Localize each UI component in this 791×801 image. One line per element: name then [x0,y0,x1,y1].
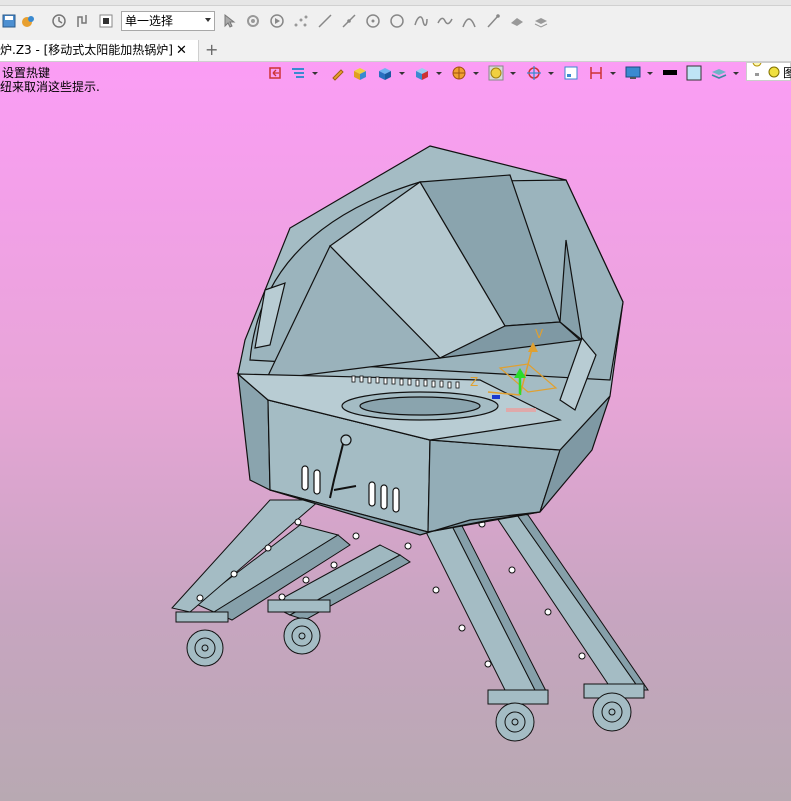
circle-center-icon[interactable] [364,12,382,30]
arc-icon[interactable] [460,12,478,30]
filter-icon[interactable] [244,12,262,30]
selection-mode-value: 单一选择 [125,14,174,28]
triad-z-label: Z [470,375,478,389]
save-icon[interactable] [0,12,18,30]
document-tabbar: 炉.Z3 - [移动式太阳能加热锅炉] ✕ + [0,40,791,62]
curve-icon[interactable] [412,12,430,30]
history-alt-icon[interactable] [73,12,91,30]
boiler-model[interactable]: Z V [0,62,791,801]
snap-icon[interactable] [484,12,502,30]
boiler-upper-shell [236,145,624,451]
triad-v-label: V [535,327,544,341]
chevron-down-icon [205,18,211,22]
segment-icon[interactable] [340,12,358,30]
play-icon[interactable] [268,12,286,30]
stop-icon[interactable] [97,12,115,30]
history-icon[interactable] [50,12,68,30]
cursor-icon[interactable] [220,12,238,30]
tab-document[interactable]: 炉.Z3 - [移动式太阳能加热锅炉] ✕ [0,40,199,61]
circle-icon[interactable] [388,12,406,30]
selection-mode-select[interactable]: 单一选择 [121,11,215,31]
main-toolbar: 单一选择 [0,0,791,41]
layer-icon[interactable] [532,12,550,30]
add-tab-button[interactable]: + [205,40,218,60]
spline-icon[interactable] [436,12,454,30]
points-icon[interactable] [292,12,310,30]
fillet-icon[interactable] [508,12,526,30]
close-icon[interactable]: ✕ [176,40,187,61]
render-icon[interactable] [19,12,37,30]
tab-title: 炉.Z3 - [移动式太阳能加热锅炉] [0,43,173,57]
line-icon[interactable] [316,12,334,30]
menu-strip [0,0,791,6]
